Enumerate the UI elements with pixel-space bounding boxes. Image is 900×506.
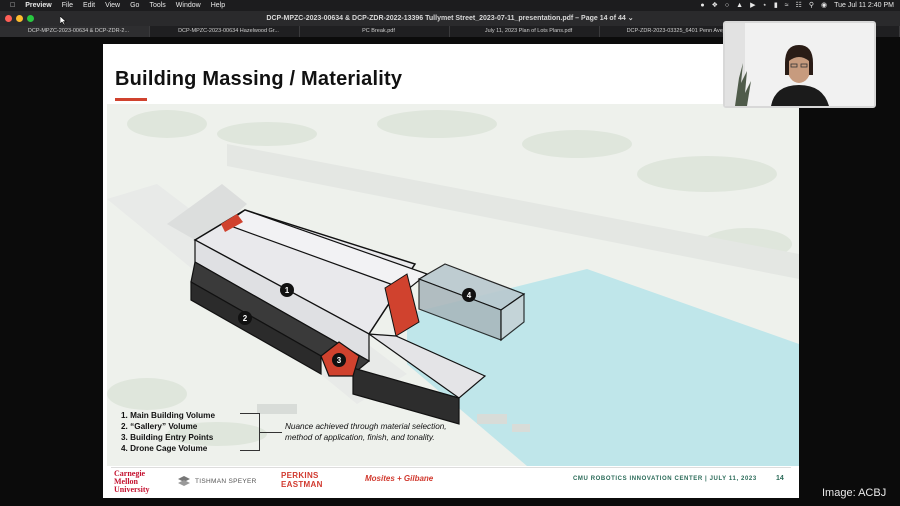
tab-2[interactable]: DCP-MPZC-2023-00634 Hazelwood Gr... <box>150 26 300 37</box>
menu-clock[interactable]: Tue Jul 11 2:40 PM <box>834 2 894 9</box>
control-center-icon[interactable]: ☷ <box>796 0 802 11</box>
mouse-cursor-icon <box>60 16 67 26</box>
tab-4[interactable]: July 11, 2023 Plan of Lots Plans.pdf <box>450 26 600 37</box>
cmu-logo: Carnegie Mellon University <box>114 470 150 494</box>
webcam-person-image <box>725 23 874 106</box>
note-line-2: method of application, finish, and tonal… <box>285 433 435 442</box>
menu-app-name[interactable]: Preview <box>25 2 51 9</box>
menu-edit[interactable]: Edit <box>83 2 95 9</box>
footer-rule <box>111 467 791 468</box>
perkins-line-2: EASTMAN <box>281 480 323 489</box>
webcam-overlay[interactable] <box>723 21 876 108</box>
pdf-page[interactable]: Building Massing / Materiality 1 2 3 4 1… <box>103 44 799 498</box>
apple-icon[interactable]:  <box>10 2 15 9</box>
image-credit-watermark: Image: ACBJ <box>822 487 887 499</box>
search-icon[interactable]: ⚲ <box>809 0 814 11</box>
legend-connector <box>260 432 282 433</box>
cmu-logo-line-3: University <box>114 485 150 494</box>
slide-title: Building Massing / Materiality <box>115 68 403 90</box>
play-icon[interactable]: ▶ <box>750 0 755 11</box>
dropbox-icon[interactable]: ❖ <box>712 0 718 11</box>
marker-3-label: 3 <box>337 356 342 365</box>
menu-bar:  Preview File Edit View Go Tools Window… <box>0 0 900 11</box>
battery-icon[interactable]: ▮ <box>774 0 778 11</box>
menu-window[interactable]: Window <box>176 2 201 9</box>
tab-1[interactable]: DCP-MPZC-2023-00634 & DCP-ZDR-2... <box>0 26 150 37</box>
legend: 1. Main Building Volume 2. “Gallery” Vol… <box>121 410 215 454</box>
footer-project-date: CMU ROBOTICS INNOVATION CENTER | JULY 11… <box>573 476 757 482</box>
menu-view[interactable]: View <box>105 2 120 9</box>
menu-help[interactable]: Help <box>211 2 225 9</box>
page-number: 14 <box>776 475 784 482</box>
tishman-text: TISHMAN SPEYER <box>195 477 257 485</box>
mosites-gilbane-logo: Mosites + Gilbane <box>365 474 434 483</box>
materiality-note: Nuance achieved through material selecti… <box>285 421 447 443</box>
perkins-line-1: PERKINS <box>281 471 319 480</box>
marker-2-label: 2 <box>243 314 248 323</box>
menu-file[interactable]: File <box>62 2 73 9</box>
siri-icon[interactable]: ◉ <box>821 0 827 11</box>
tab-3[interactable]: PC Break.pdf <box>300 26 450 37</box>
legend-item-4: 4. Drone Cage Volume <box>121 444 208 453</box>
legend-item-2: 2. “Gallery” Volume <box>121 422 198 431</box>
graduation-icon[interactable]: ▲ <box>736 0 743 11</box>
bluetooth-icon[interactable]: ⋆ <box>762 0 766 11</box>
legend-item-1: 1. Main Building Volume <box>121 411 216 420</box>
title-accent-rule <box>115 98 147 101</box>
status-dot-icon[interactable]: ● <box>700 0 704 11</box>
headphones-icon[interactable]: ○ <box>725 0 729 11</box>
note-line-1: Nuance achieved through material selecti… <box>285 422 447 431</box>
wifi-icon[interactable]: ≈ <box>785 0 789 11</box>
marker-1-label: 1 <box>285 286 290 295</box>
menu-go[interactable]: Go <box>130 2 139 9</box>
tishman-speyer-logo: TISHMAN SPEYER <box>177 475 257 487</box>
menu-tools[interactable]: Tools <box>149 2 165 9</box>
marker-4-label: 4 <box>467 291 472 300</box>
legend-item-3: 3. Building Entry Points <box>121 433 214 442</box>
perkins-eastman-logo: PERKINS EASTMAN <box>281 471 323 489</box>
tishman-mark-icon <box>178 476 190 486</box>
legend-bracket <box>240 413 260 451</box>
